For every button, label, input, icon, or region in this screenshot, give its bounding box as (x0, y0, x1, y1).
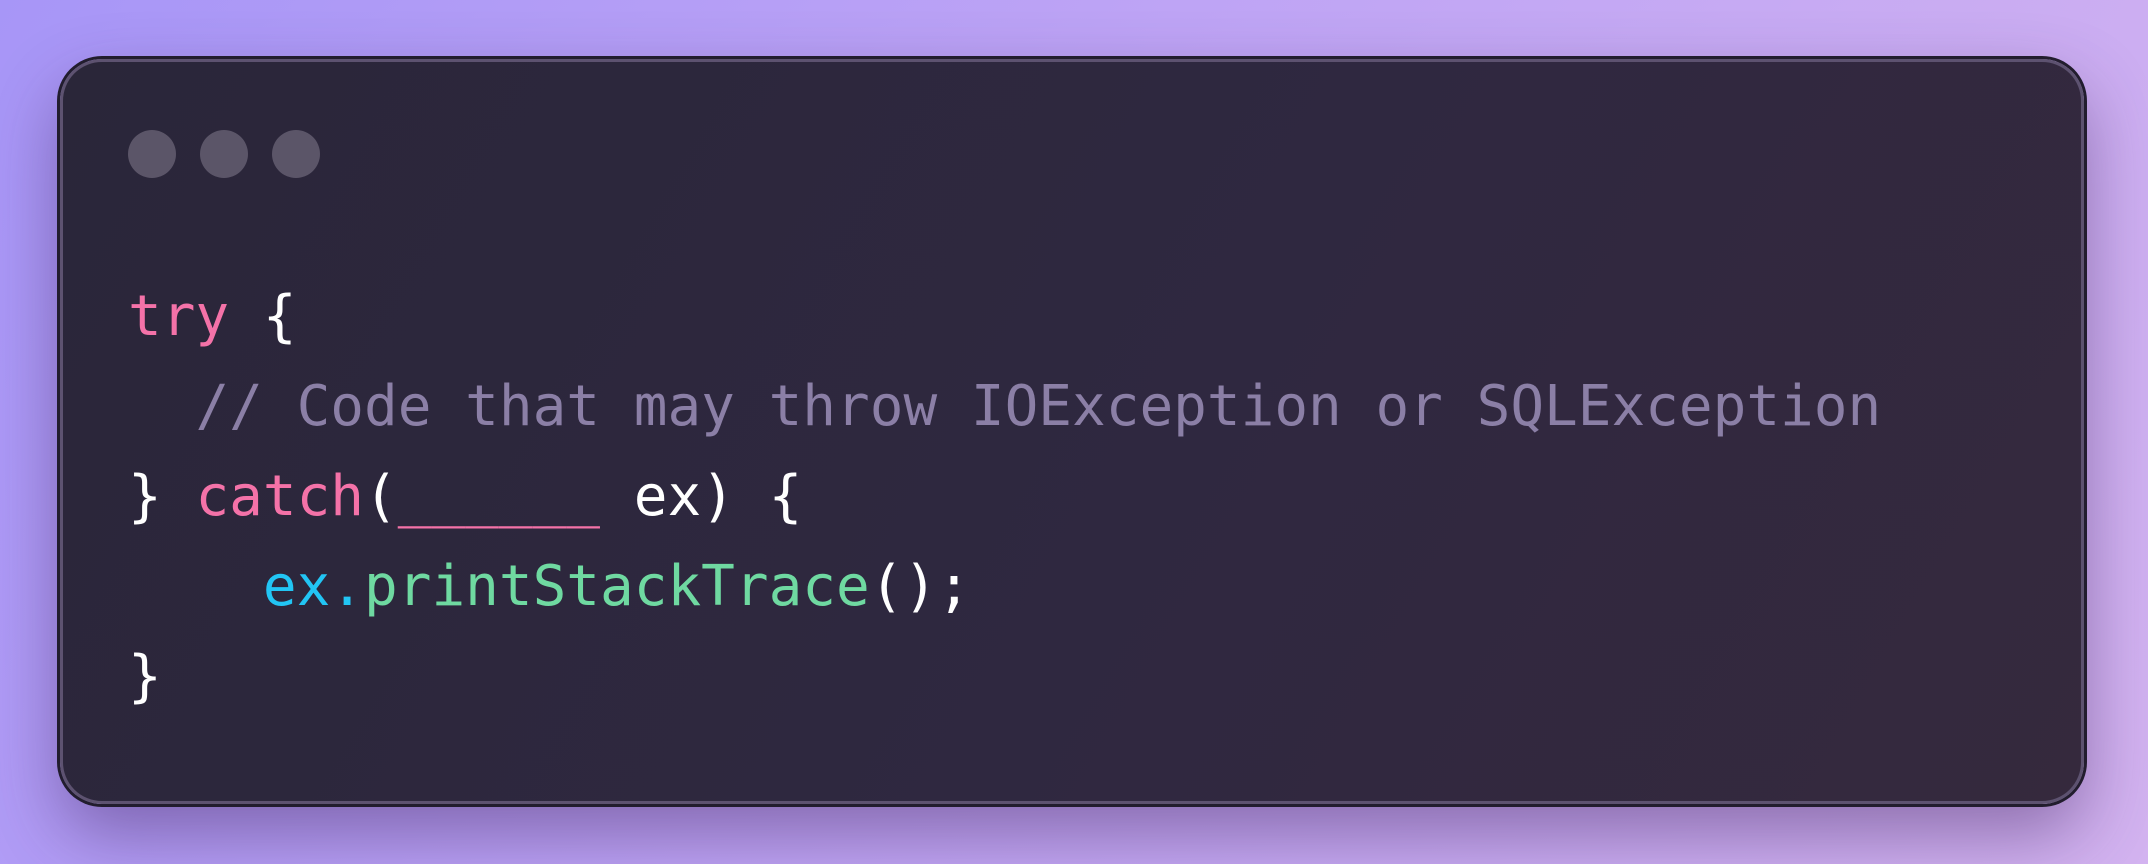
code-token-method: printStackTrace (364, 554, 870, 619)
code-token-plain: { (229, 284, 297, 349)
code-token-plain: ( (364, 464, 398, 529)
code-block: try { // Code that may throw IOException… (128, 272, 1881, 722)
code-token-keyword: try (128, 284, 230, 349)
code-token-plain: (); (869, 554, 971, 619)
code-token-plain: } (128, 644, 162, 709)
code-line: // Code that may throw IOException or SQ… (128, 362, 1881, 452)
code-token-comment: // Code that may throw IOException or SQ… (195, 374, 1882, 439)
code-token-keyword: catch (195, 464, 365, 529)
code-token-plain: } (128, 464, 196, 529)
code-token-plain: ex) { (600, 464, 803, 529)
code-token-variable: ex (262, 554, 331, 619)
window-dot-1[interactable] (128, 130, 176, 178)
window-dot-3[interactable] (272, 130, 320, 178)
code-window: try { // Code that may throw IOException… (60, 59, 2084, 804)
code-line: ex.printStackTrace(); (128, 542, 1881, 632)
window-dot-2[interactable] (200, 130, 248, 178)
code-line: try { (128, 272, 1881, 362)
code-line: } catch(______ ex) { (128, 452, 1881, 542)
window-controls (128, 130, 320, 178)
code-token-keyword: ______ (397, 464, 601, 529)
code-line: } (128, 632, 1881, 722)
code-token-variable: . (330, 554, 365, 619)
